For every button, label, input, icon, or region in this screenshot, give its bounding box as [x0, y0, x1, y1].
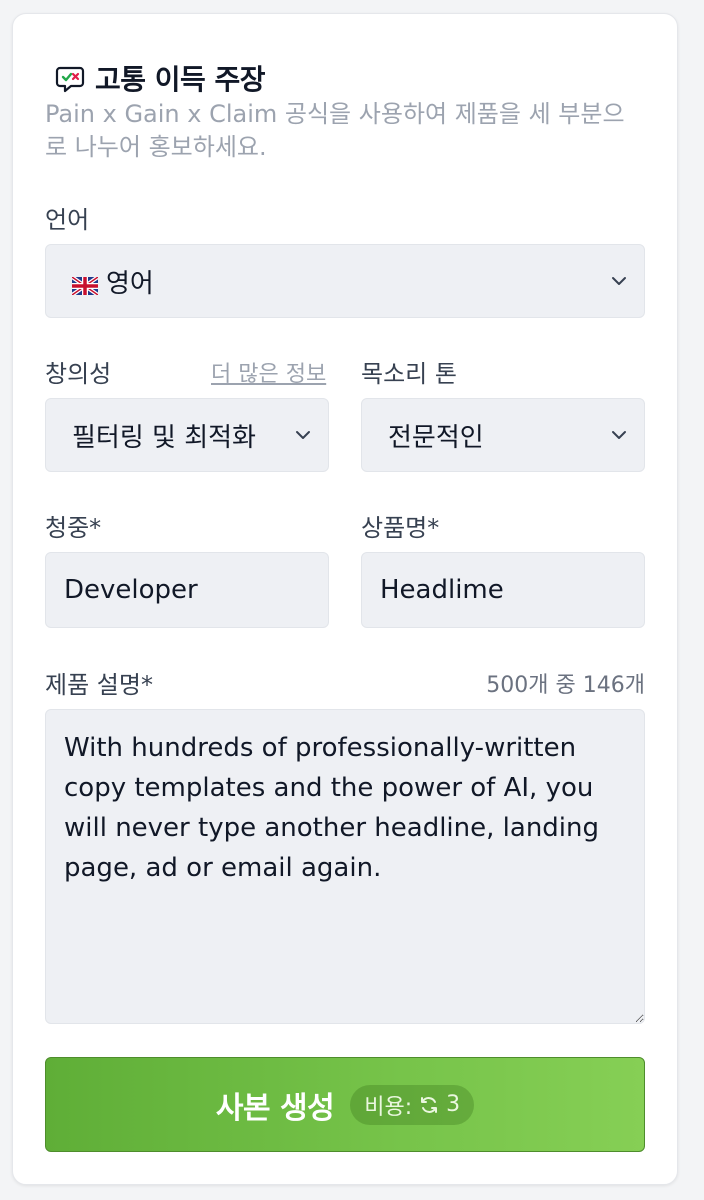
creativity-value: 필터링 및 최적화 — [72, 422, 256, 453]
product-description-label: 제품 설명* — [45, 671, 153, 699]
audience-value: Developer — [64, 575, 198, 605]
refresh-credit-icon — [421, 1096, 438, 1113]
character-counter: 500개 중 146개 — [486, 673, 645, 698]
language-select[interactable]: 영어 — [45, 244, 645, 318]
tone-select[interactable]: 전문적인 — [361, 398, 645, 472]
chat-check-x-icon — [53, 61, 87, 95]
tone-value: 전문적인 — [388, 422, 484, 453]
chevron-down-icon — [612, 431, 626, 439]
product-description-textarea[interactable]: With hundreds of professionally-written … — [45, 709, 645, 1024]
product-name-input[interactable]: Headlime — [361, 552, 645, 628]
more-info-link[interactable]: 더 많은 정보 — [211, 356, 326, 388]
tone-label: 목소리 톤 — [361, 360, 457, 388]
pain-gain-claim-card: 고통 이득 주장 Pain x Gain x Claim 공식을 사용하여 제품… — [12, 13, 678, 1185]
language-value: 영어 — [106, 268, 154, 299]
cost-label: 비용: — [364, 1094, 413, 1120]
generate-button-label: 사본 생성 — [215, 1090, 335, 1126]
language-label: 언어 — [45, 206, 90, 234]
uk-flag-icon — [70, 272, 100, 297]
cost-badge: 비용: 3 — [350, 1084, 475, 1125]
creativity-label: 창의성 — [45, 360, 112, 388]
product-name-value: Headlime — [380, 575, 504, 605]
page-description: Pain x Gain x Claim 공식을 사용하여 제품을 세 부분으로 … — [45, 100, 625, 161]
page-title: 고통 이득 주장 — [95, 63, 266, 96]
chevron-down-icon — [296, 431, 310, 439]
creativity-select[interactable]: 필터링 및 최적화 — [45, 398, 329, 472]
title-row: 고통 이득 주장 — [53, 58, 266, 98]
product-name-label: 상품명* — [361, 514, 440, 542]
cost-value: 3 — [446, 1092, 461, 1117]
audience-label: 청중* — [45, 514, 102, 542]
audience-input[interactable]: Developer — [45, 552, 329, 628]
generate-copy-button[interactable]: 사본 생성 비용: 3 — [45, 1057, 645, 1152]
chevron-down-icon — [612, 277, 626, 285]
